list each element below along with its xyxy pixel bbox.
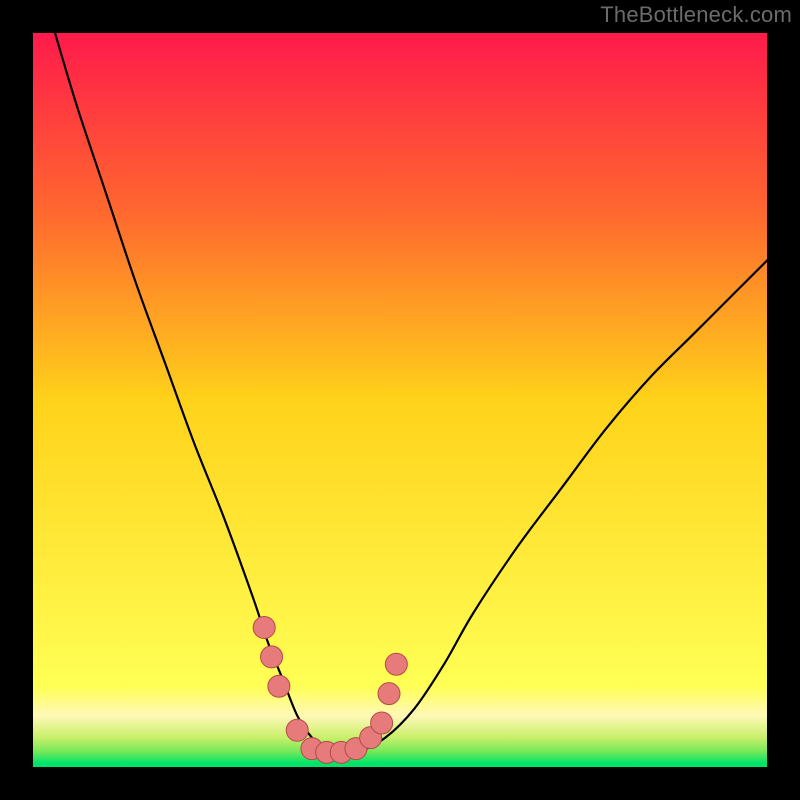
data-marker: [253, 617, 275, 639]
plot-area: [33, 33, 767, 767]
data-marker: [385, 653, 407, 675]
bottleneck-chart: [33, 33, 767, 767]
data-marker: [261, 646, 283, 668]
data-marker: [371, 712, 393, 734]
data-marker: [268, 675, 290, 697]
data-marker: [286, 719, 308, 741]
attribution-text: TheBottleneck.com: [600, 2, 792, 28]
data-marker: [378, 683, 400, 705]
chart-frame: TheBottleneck.com: [0, 0, 800, 800]
